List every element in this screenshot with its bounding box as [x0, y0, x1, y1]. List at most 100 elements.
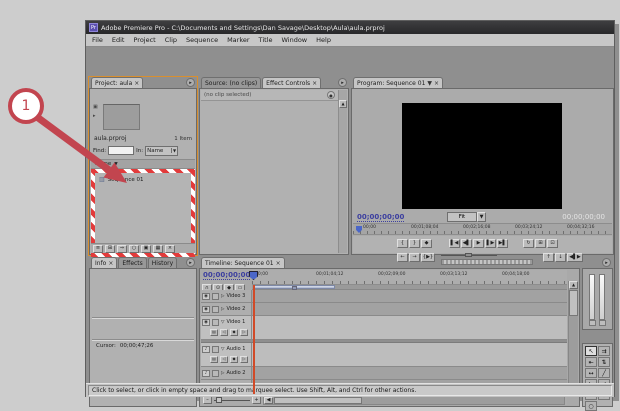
- track-content[interactable]: [252, 303, 567, 315]
- menu-help[interactable]: Help: [316, 36, 331, 44]
- step-forward-button[interactable]: ▌▶: [485, 239, 496, 248]
- vertical-scrollbar[interactable]: ▲: [338, 90, 347, 253]
- track-lock[interactable]: [212, 345, 219, 353]
- track-select-tool-icon[interactable]: ⇉: [598, 346, 610, 356]
- find-button[interactable]: ○: [129, 244, 139, 253]
- menu-marker[interactable]: Marker: [227, 36, 249, 44]
- menu-file[interactable]: File: [92, 36, 103, 44]
- prev-keyframe-button[interactable]: ◁: [220, 328, 228, 336]
- toggle-track-output-icon[interactable]: ◉: [202, 318, 210, 326]
- current-time-indicator[interactable]: [253, 285, 255, 394]
- icon-view-button[interactable]: ⊞: [105, 244, 115, 253]
- mute-button[interactable]: [589, 320, 596, 326]
- set-display-style-button[interactable]: ▤: [210, 355, 218, 363]
- play-preview-icon[interactable]: ▸: [93, 113, 101, 119]
- zoom-tool-icon[interactable]: ○: [585, 401, 597, 411]
- panel-menu-button[interactable]: ▸: [338, 78, 347, 87]
- collapse-triangle-icon[interactable]: ▷: [221, 371, 224, 376]
- close-icon[interactable]: ×: [108, 260, 113, 267]
- set-in-point-button[interactable]: {: [397, 239, 408, 248]
- tab-effect-controls[interactable]: Effect Controls ×: [262, 77, 322, 88]
- name-column-header[interactable]: Name ▼: [91, 159, 195, 169]
- find-in-dropdown[interactable]: Name ▼: [145, 145, 179, 156]
- set-out-point-button[interactable]: }: [409, 239, 420, 248]
- close-icon[interactable]: ×: [434, 80, 439, 87]
- timeline-ruler[interactable]: 00;00 00;01;04;12 00;02;09;00 00;03;13;1…: [252, 270, 567, 285]
- track-content[interactable]: [252, 367, 567, 379]
- track-lock[interactable]: [212, 318, 219, 326]
- zoom-level-dropdown[interactable]: Fit: [447, 212, 477, 222]
- add-keyframe-button[interactable]: ◆: [230, 328, 238, 336]
- program-time-ruler[interactable]: 00;00 00;01;08;04 00;02;16;08 00;03;24;1…: [353, 223, 612, 235]
- track-content[interactable]: [252, 343, 567, 366]
- ripple-edit-tool-icon[interactable]: ⇤: [585, 357, 597, 367]
- menu-edit[interactable]: Edit: [112, 36, 125, 44]
- set-display-style-button[interactable]: ▤: [210, 328, 218, 336]
- track-content[interactable]: [252, 316, 567, 339]
- timeline-timecode[interactable]: 00;00;00;00: [203, 271, 251, 280]
- expand-triangle-icon[interactable]: ▽: [221, 347, 224, 352]
- close-icon[interactable]: ×: [276, 260, 281, 267]
- toggle-track-output-icon[interactable]: ♪: [202, 345, 210, 353]
- rate-stretch-tool-icon[interactable]: ↔: [585, 368, 597, 378]
- selection-tool-icon[interactable]: ↖: [585, 346, 597, 356]
- tab-timeline[interactable]: Timeline: Sequence 01 ×: [201, 257, 285, 268]
- tab-info[interactable]: Info ×: [91, 257, 118, 268]
- go-to-out-button[interactable]: ▶▌: [497, 239, 508, 248]
- scrollbar-thumb[interactable]: [569, 290, 578, 316]
- work-area-bar[interactable]: [253, 285, 335, 290]
- solo-button[interactable]: [599, 320, 606, 326]
- zoom-slider[interactable]: [214, 396, 250, 404]
- list-view-button[interactable]: ≡: [93, 244, 103, 253]
- scrollbar-thumb[interactable]: [274, 396, 362, 404]
- loop-button[interactable]: ↻: [523, 239, 534, 248]
- automate-to-sequence-button[interactable]: ⇒: [117, 244, 127, 253]
- scroll-up-icon[interactable]: ▲: [569, 281, 578, 289]
- add-keyframe-button[interactable]: ◆: [230, 355, 238, 363]
- prev-keyframe-button[interactable]: ◁: [220, 355, 228, 363]
- next-keyframe-button[interactable]: ▷: [240, 328, 248, 336]
- play-button[interactable]: ▶: [473, 239, 484, 248]
- track-lock[interactable]: [212, 305, 219, 313]
- zoom-out-button[interactable]: –: [203, 396, 212, 404]
- track-content[interactable]: [252, 290, 567, 302]
- tab-project[interactable]: Project: aula ×: [91, 77, 144, 88]
- chevron-down-icon[interactable]: ▼: [477, 212, 486, 222]
- chevron-down-icon[interactable]: ▼: [427, 80, 432, 87]
- collapse-triangle-icon[interactable]: ▷: [221, 294, 224, 299]
- tab-source[interactable]: Source: (no clips): [201, 77, 262, 88]
- output-button[interactable]: ⊡: [547, 239, 558, 248]
- collapse-triangle-icon[interactable]: ▷: [221, 307, 224, 312]
- menu-clip[interactable]: Clip: [165, 36, 177, 44]
- find-input[interactable]: [108, 146, 135, 155]
- step-back-button[interactable]: ◀▌: [461, 239, 472, 248]
- poster-frame-icon[interactable]: ▣: [93, 104, 101, 110]
- zoom-in-button[interactable]: +: [252, 396, 261, 404]
- razor-tool-icon[interactable]: ╱: [598, 368, 610, 378]
- scroll-left-icon[interactable]: ◀: [264, 396, 273, 404]
- current-timecode[interactable]: 00;00;00;00: [357, 213, 405, 222]
- new-item-button[interactable]: ▦: [153, 244, 163, 253]
- rolling-edit-tool-icon[interactable]: ⇅: [598, 357, 610, 367]
- toggle-track-output-icon[interactable]: ◉: [202, 305, 210, 313]
- track-lock[interactable]: [212, 292, 219, 300]
- go-to-in-button[interactable]: ▌◀: [449, 239, 460, 248]
- tab-history[interactable]: History: [147, 257, 178, 268]
- clear-button[interactable]: ×: [165, 244, 175, 253]
- menu-window[interactable]: Window: [281, 36, 307, 44]
- vertical-scrollbar[interactable]: ▲ ▼: [568, 281, 578, 394]
- toggle-track-output-icon[interactable]: ◉: [202, 292, 210, 300]
- close-icon[interactable]: ×: [312, 80, 317, 87]
- menu-project[interactable]: Project: [133, 36, 155, 44]
- scroll-up-icon[interactable]: ▲: [339, 100, 347, 108]
- panel-menu-button[interactable]: ▸: [186, 78, 195, 87]
- track-lock[interactable]: [212, 369, 219, 377]
- set-marker-button[interactable]: ◆: [421, 239, 432, 248]
- toggle-track-output-icon[interactable]: ♪: [202, 369, 210, 377]
- tab-program[interactable]: Program: Sequence 01 ▼ ×: [353, 77, 444, 88]
- expand-triangle-icon[interactable]: ▽: [221, 320, 224, 325]
- panel-menu-button[interactable]: ▸: [602, 258, 611, 267]
- panel-menu-button[interactable]: ▸: [186, 258, 195, 267]
- new-bin-button[interactable]: ▣: [141, 244, 151, 253]
- safe-margins-button[interactable]: ⊞: [535, 239, 546, 248]
